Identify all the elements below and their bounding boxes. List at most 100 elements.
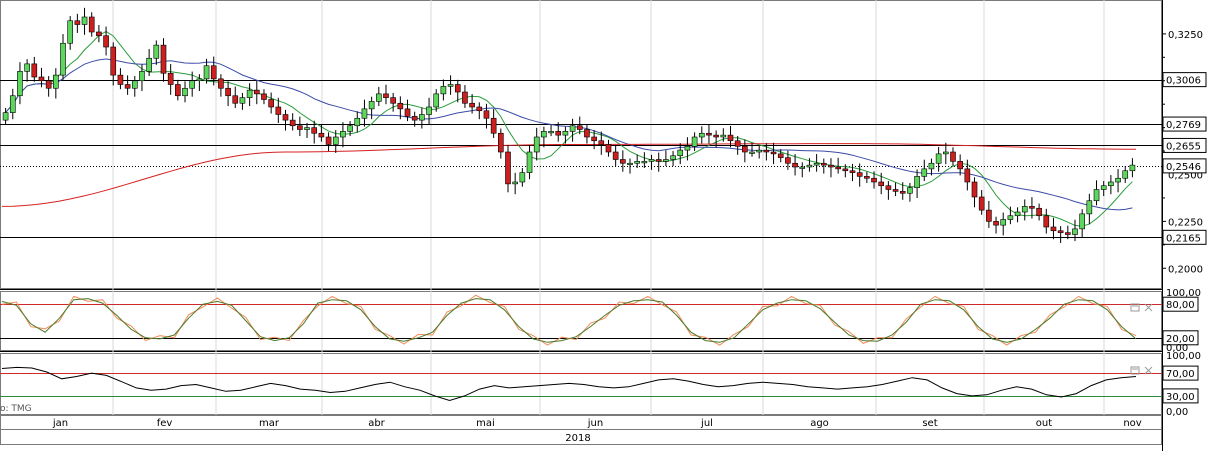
candle	[1108, 181, 1114, 187]
candle	[153, 44, 160, 59]
date-axis	[0, 415, 1162, 430]
candle	[325, 136, 332, 145]
month-label: out	[1036, 418, 1052, 429]
candle	[935, 153, 942, 164]
candle	[490, 117, 497, 134]
candle	[1007, 215, 1014, 220]
candle	[605, 144, 612, 153]
candle	[971, 181, 978, 198]
candle	[677, 149, 684, 157]
candle	[964, 168, 971, 183]
candle	[727, 134, 734, 142]
rsi-tick-label: 30,00	[1166, 392, 1195, 403]
price-tick-label: 0,2250	[1168, 217, 1203, 228]
candle	[498, 132, 504, 153]
month-label: ago	[810, 418, 829, 429]
candle	[253, 89, 260, 95]
candle	[175, 84, 181, 97]
candle	[433, 93, 440, 108]
candle	[835, 166, 841, 170]
candle	[899, 191, 906, 194]
candle	[634, 161, 640, 164]
candle	[806, 164, 813, 168]
candle	[88, 16, 95, 33]
candle	[53, 74, 59, 89]
candle	[555, 131, 562, 136]
candle	[182, 87, 188, 97]
candle	[655, 159, 662, 162]
candle	[117, 74, 124, 85]
candle	[282, 114, 289, 121]
rsi-tick-label: 70,00	[1166, 369, 1195, 380]
candle	[1057, 230, 1064, 233]
price-level-label: 0,2655	[1166, 141, 1201, 152]
candle	[914, 176, 920, 188]
candle	[17, 71, 23, 97]
candle	[749, 151, 755, 154]
candle	[1072, 228, 1078, 235]
candle	[383, 93, 389, 98]
candle	[512, 181, 518, 185]
candle	[447, 84, 454, 87]
candle	[390, 97, 396, 104]
price-level-label: 0,3006	[1166, 76, 1201, 87]
stochastic-panel	[0, 291, 1162, 351]
month-label: jul	[700, 418, 713, 429]
candle	[849, 170, 856, 173]
candle	[275, 106, 282, 115]
candle	[1036, 207, 1042, 217]
candle	[648, 159, 655, 162]
candle	[74, 20, 81, 25]
price-level-label: 0,2165	[1166, 233, 1201, 244]
candle	[986, 209, 992, 222]
candle	[505, 151, 511, 185]
candle	[820, 162, 827, 166]
candle	[763, 149, 770, 153]
candle	[993, 221, 999, 226]
chart-area: 0,3250 0,2250 0,2000 0,2500 0,3006 0,2769 0,26…	[0, 0, 1210, 451]
candle	[347, 125, 353, 132]
candle	[440, 86, 447, 95]
candle	[2, 112, 9, 121]
candle	[232, 95, 239, 104]
candle	[1043, 215, 1050, 228]
candle	[885, 185, 892, 190]
candle	[38, 76, 45, 82]
candle	[404, 108, 411, 117]
candle	[591, 136, 597, 142]
candle	[289, 119, 296, 127]
candle	[777, 153, 784, 158]
candle	[828, 164, 834, 168]
candle	[878, 181, 885, 187]
candle	[368, 101, 375, 110]
candle	[792, 162, 798, 168]
candle	[1129, 164, 1136, 172]
candle	[569, 125, 576, 132]
candle	[1000, 219, 1007, 226]
candle	[670, 155, 676, 160]
candle	[742, 146, 748, 153]
candle	[928, 162, 935, 170]
candle	[67, 20, 73, 44]
candle	[31, 63, 38, 78]
candle	[225, 87, 231, 97]
candle	[261, 93, 267, 100]
month-label: mai	[476, 418, 495, 429]
candle	[1065, 232, 1071, 235]
candle	[1086, 200, 1093, 215]
price-level-label: 0,2546	[1166, 162, 1201, 173]
candle	[907, 187, 913, 194]
candle	[533, 136, 540, 153]
candle	[770, 151, 777, 155]
candle	[411, 116, 418, 121]
candle	[361, 108, 368, 119]
candle	[469, 102, 475, 108]
candle	[110, 46, 117, 76]
candle	[24, 63, 30, 72]
candle	[167, 72, 174, 85]
candle	[641, 161, 648, 164]
candle	[598, 140, 605, 145]
candle	[691, 136, 698, 147]
candle	[210, 65, 217, 80]
candle	[354, 117, 361, 127]
